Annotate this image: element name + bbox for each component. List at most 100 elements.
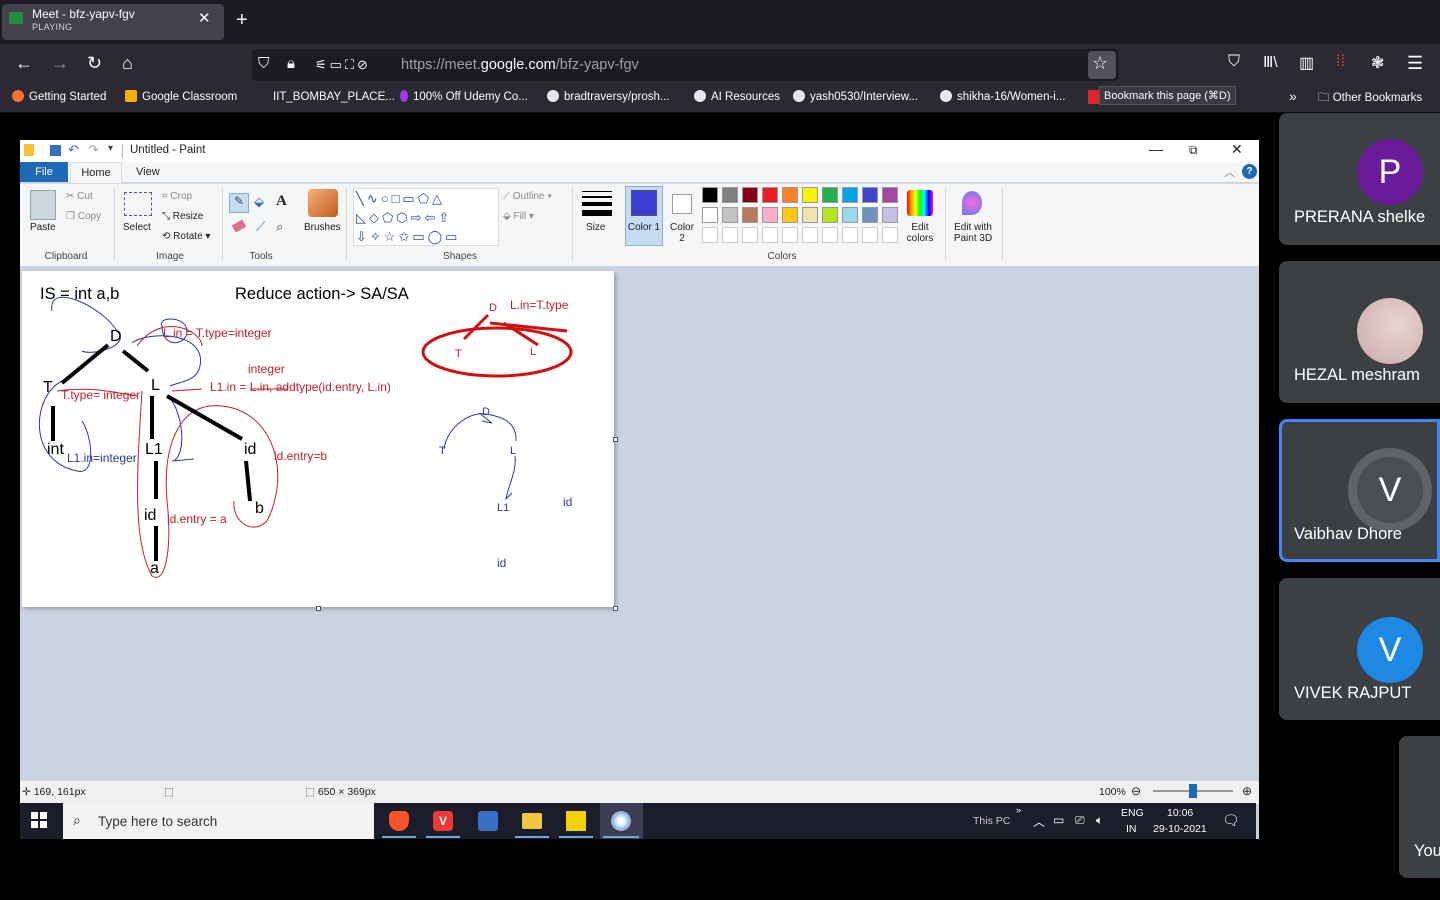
- palette-color-swatch[interactable]: [742, 207, 758, 223]
- app-icon[interactable]: [478, 811, 498, 831]
- bookmark-item[interactable]: IIT_BOMBAY_PLACE...: [256, 90, 395, 103]
- size-button[interactable]: Size: [586, 222, 605, 233]
- color2-swatch[interactable]: [672, 194, 692, 214]
- palette-color-swatch[interactable]: [782, 187, 798, 203]
- brushes-icon[interactable]: [308, 189, 338, 217]
- resize-handle[interactable]: [613, 606, 618, 611]
- palette-color-swatch[interactable]: [862, 187, 878, 203]
- bookmark-item[interactable]: Getting Started: [12, 90, 106, 103]
- language-indicator[interactable]: ENG: [1121, 807, 1144, 819]
- region-indicator[interactable]: IN: [1126, 823, 1137, 835]
- chevron-right-icon[interactable]: »: [1016, 805, 1021, 815]
- palette-color-swatch[interactable]: [842, 187, 858, 203]
- clock-time[interactable]: 10:06: [1167, 807, 1193, 819]
- permissions-icon[interactable]: ⚟▭⛶⊘: [315, 57, 371, 73]
- pencil-icon[interactable]: ✎: [229, 193, 249, 213]
- palette-color-swatch[interactable]: [822, 187, 838, 203]
- palette-color-swatch[interactable]: [882, 207, 898, 223]
- palette-color-swatch[interactable]: [762, 187, 778, 203]
- palette-color-swatch[interactable]: [802, 187, 818, 203]
- battery-icon[interactable]: ▭: [1053, 813, 1064, 827]
- paste-icon[interactable]: [30, 190, 56, 220]
- resize-button[interactable]: ⤡ Resize: [162, 211, 203, 222]
- palette-empty-swatch[interactable]: [822, 227, 838, 243]
- star-icon[interactable]: ☆: [1092, 53, 1108, 74]
- new-tab-icon[interactable]: +: [236, 9, 248, 32]
- palette-empty-swatch[interactable]: [722, 227, 738, 243]
- palette-empty-swatch[interactable]: [802, 227, 818, 243]
- fill-button[interactable]: ⬙ Fill ▾: [503, 211, 534, 222]
- forward-icon[interactable]: →: [51, 53, 69, 74]
- back-icon[interactable]: ←: [15, 53, 33, 74]
- redo-icon[interactable]: ↷: [88, 142, 99, 158]
- palette-color-swatch[interactable]: [842, 207, 858, 223]
- extension-icon[interactable]: ⁞⁞: [1336, 53, 1345, 71]
- palette-color-swatch[interactable]: [742, 187, 758, 203]
- file-explorer-icon[interactable]: [522, 813, 542, 829]
- zoom-out-icon[interactable]: ⊖: [1131, 784, 1141, 798]
- size-icon[interactable]: [582, 191, 612, 216]
- tab-home[interactable]: Home: [70, 162, 122, 184]
- vivaldi-icon[interactable]: V: [433, 811, 453, 831]
- bookmark-item[interactable]: shikha-16/Women-i...: [940, 90, 1065, 103]
- shapes-icon[interactable]: ╲∿○□▭⬠△ ◺◇⬠⬡⇨⇦⇧ ⇩✧☆✩▭◯▭: [356, 189, 486, 246]
- palette-color-swatch[interactable]: [722, 187, 738, 203]
- palette-color-swatch[interactable]: [702, 207, 718, 223]
- copy-button[interactable]: ❐ Copy: [66, 211, 101, 222]
- taskbar-search-placeholder[interactable]: Type here to search: [98, 814, 217, 829]
- close-icon[interactable]: ✕: [1231, 141, 1243, 158]
- palette-color-swatch[interactable]: [862, 207, 878, 223]
- url-bar[interactable]: [252, 49, 1118, 81]
- notification-icon[interactable]: 🗨︎: [1222, 812, 1240, 829]
- help-icon[interactable]: ?: [1242, 164, 1257, 179]
- brave-icon[interactable]: [389, 811, 409, 831]
- palette-empty-swatch[interactable]: [842, 227, 858, 243]
- resize-handle[interactable]: [316, 606, 321, 611]
- palette-empty-swatch[interactable]: [702, 227, 718, 243]
- palette-empty-swatch[interactable]: [762, 227, 778, 243]
- text-tool-icon[interactable]: A: [276, 193, 287, 210]
- quick-access-dropdown-icon[interactable]: ▾: [108, 143, 113, 154]
- save-icon[interactable]: [50, 145, 61, 156]
- brushes-button[interactable]: Brushes: [304, 222, 341, 233]
- palette-color-swatch[interactable]: [882, 187, 898, 203]
- other-bookmarks[interactable]: 🗀︎ Other Bookmarks: [1318, 90, 1422, 109]
- sticky-notes-icon[interactable]: [566, 811, 586, 831]
- palette-empty-swatch[interactable]: [882, 227, 898, 243]
- windows-start-icon[interactable]: [31, 812, 47, 828]
- collapse-ribbon-icon[interactable]: ︿: [1224, 164, 1235, 180]
- palette-empty-swatch[interactable]: [782, 227, 798, 243]
- palette-color-swatch[interactable]: [762, 207, 778, 223]
- reload-icon[interactable]: ↻: [87, 53, 102, 74]
- url-text[interactable]: https://meet.google.com/bfz-yapv-fgv: [401, 57, 639, 73]
- chevron-up-icon[interactable]: ︿: [1033, 813, 1045, 830]
- undo-icon[interactable]: ↶: [68, 142, 79, 158]
- bookmark-item[interactable]: Google Classroom: [125, 90, 237, 103]
- paint3d-icon[interactable]: [962, 191, 982, 215]
- zoom-slider-thumb[interactable]: [1189, 784, 1197, 798]
- tab-view[interactable]: View: [136, 162, 160, 182]
- color-picker-icon[interactable]: ⟋: [256, 219, 265, 235]
- edit-paint3d-button[interactable]: Edit with Paint 3D: [951, 222, 995, 244]
- outline-button[interactable]: ⟋ Outline ▾: [503, 191, 552, 202]
- rotate-button[interactable]: ⟲ Rotate ▾: [162, 231, 210, 242]
- resize-handle[interactable]: [613, 437, 618, 442]
- this-pc-toolbar[interactable]: This PC: [973, 815, 1010, 827]
- palette-color-swatch[interactable]: [722, 207, 738, 223]
- library-icon[interactable]: Ⅲ\: [1263, 53, 1278, 71]
- volume-icon[interactable]: 🔈︎: [1096, 813, 1103, 828]
- clock-date[interactable]: 29-10-2021: [1153, 823, 1207, 835]
- restore-icon[interactable]: ⧉: [1189, 143, 1198, 158]
- cut-button[interactable]: ✂ Cut: [66, 191, 93, 202]
- paint-taskbar-icon[interactable]: [611, 811, 631, 831]
- select-icon[interactable]: [124, 192, 152, 216]
- paste-button[interactable]: Paste: [30, 222, 56, 233]
- home-icon[interactable]: ⌂: [122, 53, 133, 74]
- edit-colors-button[interactable]: Edit colors: [905, 222, 935, 244]
- lock-icon[interactable]: 🔒︎: [287, 55, 295, 72]
- palette-color-swatch[interactable]: [822, 207, 838, 223]
- file-menu[interactable]: File: [20, 162, 68, 182]
- network-icon[interactable]: ⎚: [1075, 813, 1085, 828]
- magnifier-icon[interactable]: ⌕: [276, 219, 283, 235]
- sidebar-icon[interactable]: ▥: [1299, 53, 1314, 73]
